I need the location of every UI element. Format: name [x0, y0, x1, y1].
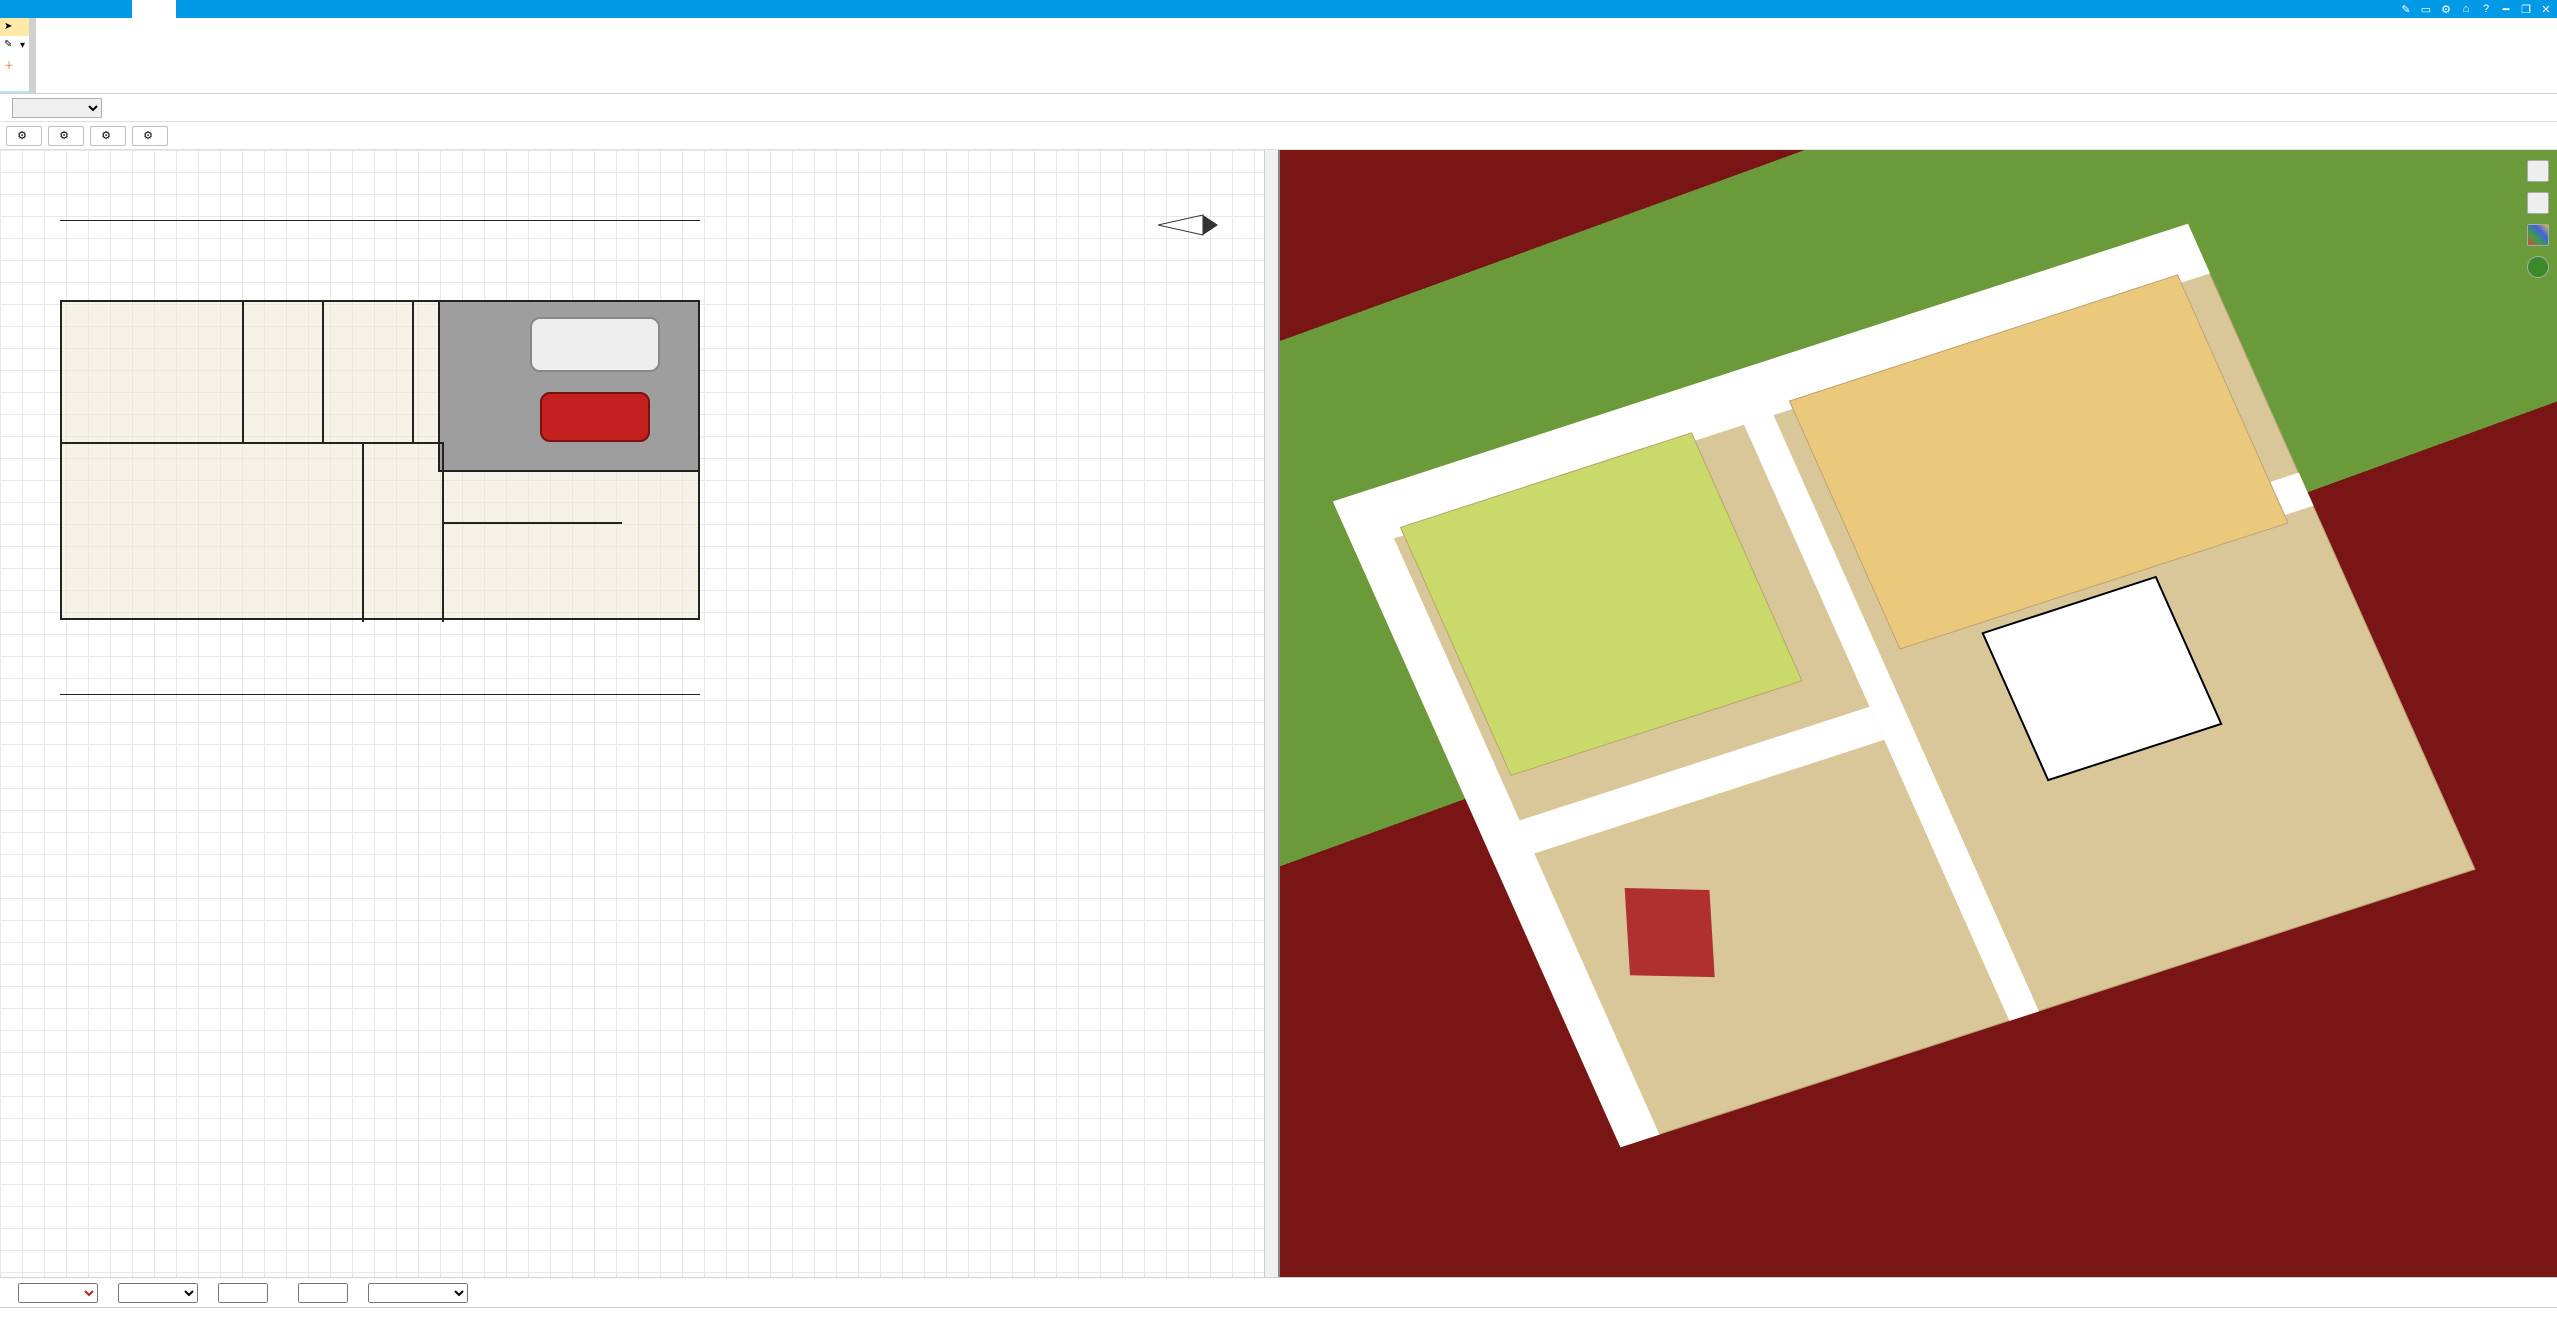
ribbon: ➤ ✎ ▾ ＋ [0, 18, 2557, 94]
wall [442, 442, 444, 622]
menu-sichten[interactable] [220, 0, 264, 18]
2d-darstellung-button[interactable]: ⚙ [90, 126, 126, 146]
wall [62, 442, 442, 444]
view-toolbar: ⚙ ⚙ ⚙ ⚙ [0, 122, 2557, 150]
dx-input[interactable] [218, 1283, 268, 1303]
close-button[interactable]: ✕ [2539, 2, 2553, 16]
wall [322, 302, 324, 442]
menu-gelaende[interactable] [176, 0, 220, 18]
wall [362, 442, 364, 622]
menu-konstruktion[interactable] [88, 0, 132, 18]
north-arrow-icon [1158, 210, 1218, 240]
car-white [530, 317, 660, 372]
dy-input[interactable] [298, 1283, 348, 1303]
selekt-button[interactable]: ➤ [0, 18, 29, 36]
help-icon[interactable]: ? [2479, 2, 2493, 16]
bottom-bar [0, 1277, 2557, 1307]
chevron-down-icon: ▾ [20, 40, 25, 51]
geschoss-dropdown[interactable] [118, 1283, 198, 1303]
layer-dropdown[interactable] [18, 1283, 98, 1303]
house-3d [1280, 150, 2557, 1263]
gear-icon: ⚙ [99, 129, 113, 143]
menu-bearbeiten[interactable] [264, 0, 308, 18]
menu-bar: ✎ ▭ ⚙ ⌂ ? ━ ❐ ✕ [0, 0, 2557, 18]
titlebar-icons: ✎ ▭ ⚙ ⌂ ? ━ ❐ ✕ [2399, 0, 2557, 18]
wall [242, 302, 244, 442]
layers-icon[interactable] [2527, 160, 2549, 182]
optionen-button[interactable]: ＋ [0, 54, 29, 72]
ribbon-group-einstellungen [35, 18, 36, 93]
tree-icon[interactable] [2527, 256, 2549, 278]
ribbon-group-auswahl: ➤ ✎ ▾ ＋ [0, 18, 30, 93]
wall [412, 302, 414, 442]
gear-icon: ⚙ [57, 129, 71, 143]
cursor-icon: ➤ [4, 21, 16, 33]
chair [1625, 888, 1715, 977]
dim-overall-bot [60, 694, 700, 695]
group-label-auswahl [0, 91, 29, 93]
wall [442, 522, 622, 524]
plus-icon: ＋ [4, 57, 16, 69]
menu-datei[interactable] [0, 0, 44, 18]
menu-projekt[interactable] [44, 0, 88, 18]
view-2d[interactable] [0, 150, 1280, 1277]
gear-icon: ⚙ [141, 129, 155, 143]
mode-toolbar [0, 94, 2557, 122]
status-bar [0, 1307, 2557, 1327]
coord-mode-dropdown[interactable] [368, 1283, 468, 1303]
home-icon[interactable]: ⌂ [2459, 2, 2473, 16]
oberflaeche-button[interactable]: ⚙ [132, 126, 168, 146]
settings-icon[interactable]: ⚙ [2439, 2, 2453, 16]
scrollbar-vertical[interactable] [1264, 150, 1278, 1277]
restore-button[interactable]: ❐ [2519, 2, 2533, 16]
menu-3d[interactable] [132, 0, 176, 18]
gelaende-button[interactable]: ⚙ [6, 126, 42, 146]
gear-icon: ⚙ [15, 129, 29, 143]
mark-button[interactable]: ✎ ▾ [0, 36, 29, 54]
tool-icon[interactable]: ✎ [2399, 2, 2413, 16]
screen-icon[interactable]: ▭ [2419, 2, 2433, 16]
car-red [540, 392, 650, 442]
layer-select[interactable] [12, 98, 102, 118]
minimize-button[interactable]: ━ [2499, 2, 2513, 16]
palette-icon[interactable] [2527, 224, 2549, 246]
dim-overall-top [60, 220, 700, 221]
garage-area [438, 302, 698, 472]
work-area [0, 150, 2557, 1277]
view-3d[interactable] [1280, 150, 2557, 1277]
pencil-icon: ✎ [4, 39, 16, 51]
right-tool-strip [2523, 160, 2553, 278]
hoehe-button[interactable]: ⚙ [48, 126, 84, 146]
chair-icon[interactable] [2527, 192, 2549, 214]
floor-plan[interactable] [60, 300, 700, 620]
